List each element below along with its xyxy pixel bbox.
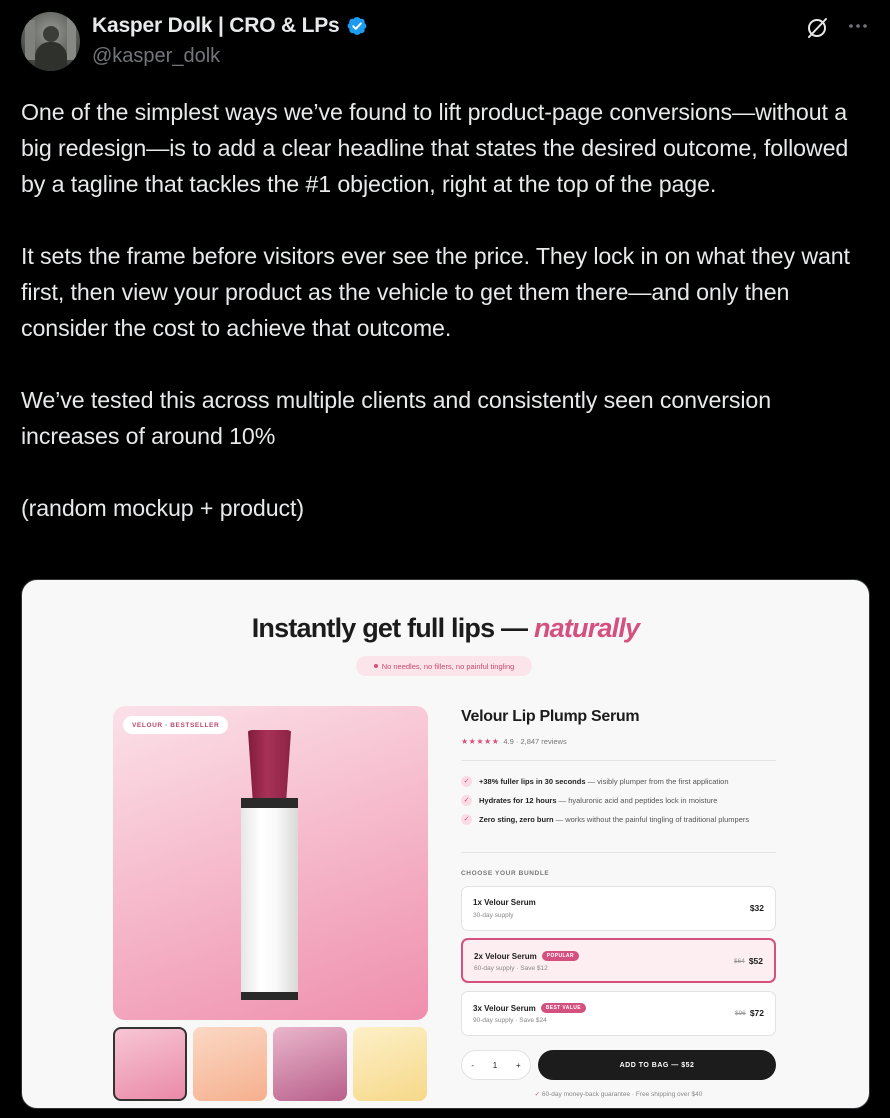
product-rating: ★★★★★ 4.9 · 2,847 reviews <box>461 737 567 746</box>
qty-plus-button[interactable]: + <box>516 1061 521 1070</box>
thumbnail[interactable] <box>273 1027 347 1101</box>
divider <box>461 852 776 853</box>
add-to-bag-button[interactable]: ADD TO BAG — $52 <box>538 1050 776 1080</box>
divider <box>461 760 776 761</box>
product-title: Velour Lip Plump Serum <box>461 708 640 725</box>
bundle-name: 2x Velour Serum POPULAR <box>474 951 579 961</box>
benefit-text: Hydrates for 12 hours — hyaluronic acid … <box>479 796 718 805</box>
bundle-subtext: 90-day supply · Save $24 <box>473 1017 547 1024</box>
tagline-dot-icon <box>373 664 378 668</box>
bundle-price: $32 <box>749 903 764 913</box>
tweet-paragraph: One of the simplest ways we’ve found to … <box>21 99 849 197</box>
best-value-tag: BEST VALUE <box>540 1003 587 1013</box>
tweet-paragraph: We’ve tested this across multiple client… <box>21 387 771 449</box>
hero-badge: VELOUR · BESTSELLER <box>123 716 229 734</box>
thumbnail-strip <box>113 1027 427 1101</box>
tweet-media-image[interactable]: Instantly get full lips — naturally No n… <box>21 579 870 1109</box>
benefit-item: ✓ +38% fuller lips in 30 seconds — visib… <box>461 776 776 788</box>
bottle-cap <box>247 730 292 798</box>
avatar-building <box>25 20 35 60</box>
bottle-collar <box>241 798 298 808</box>
avatar-building <box>67 16 76 60</box>
tweet-text: One of the simplest ways we’ve found to … <box>21 94 873 526</box>
bottle-body <box>241 808 298 992</box>
bundle-option-3x[interactable]: 3x Velour Serum BEST VALUE 90-day supply… <box>461 991 776 1036</box>
old-price: $64 <box>733 957 745 965</box>
qty-value: 1 <box>492 1060 498 1070</box>
check-icon: ✓ <box>461 814 472 825</box>
author-row: Kasper Dolk | CRO & LPs <box>92 14 368 38</box>
author-handle[interactable]: @kasper_dolk <box>92 45 220 68</box>
benefit-item: ✓ Zero sting, zero burn — works without … <box>461 814 776 826</box>
check-icon: ✓ <box>534 1091 542 1098</box>
bundle-option-1x[interactable]: 1x Velour Serum 30-day supply $32 <box>461 886 776 931</box>
bundle-option-2x[interactable]: 2x Velour Serum POPULAR 60-day supply · … <box>461 938 776 983</box>
more-options-icon[interactable] <box>846 14 870 38</box>
star-rating-icon: ★★★★★ <box>461 737 500 746</box>
author-name[interactable]: Kasper Dolk | CRO & LPs <box>92 14 340 38</box>
bundle-subtext: 30-day supply <box>473 912 514 919</box>
headline-main: Instantly get full lips — <box>251 613 534 643</box>
avatar-body <box>35 42 67 71</box>
grok-icon[interactable] <box>805 16 829 40</box>
thumbnail[interactable] <box>353 1027 427 1101</box>
popular-tag: POPULAR <box>541 951 579 961</box>
bundle-price: $96 $72 <box>734 1008 764 1018</box>
benefit-list: ✓ +38% fuller lips in 30 seconds — visib… <box>461 776 776 833</box>
tagline-pill: No needles, no fillers, no painful tingl… <box>356 656 532 676</box>
bottle-base <box>241 992 298 1000</box>
bundle-heading: CHOOSE YOUR BUNDLE <box>461 870 550 877</box>
old-price: $96 <box>734 1009 746 1017</box>
bundle-name: 1x Velour Serum <box>473 898 536 907</box>
headline-accent: naturally <box>533 613 640 643</box>
verified-badge-icon <box>347 17 366 35</box>
avatar[interactable] <box>21 12 80 71</box>
mockup-headline: Instantly get full lips — naturally <box>22 613 869 644</box>
bundle-subtext: 60-day supply · Save $12 <box>474 965 548 972</box>
tagline-text: No needles, no fillers, no painful tingl… <box>381 661 515 671</box>
qty-minus-button[interactable]: - <box>471 1061 474 1070</box>
check-icon: ✓ <box>461 776 472 787</box>
benefit-item: ✓ Hydrates for 12 hours — hyaluronic aci… <box>461 795 776 807</box>
thumbnail[interactable] <box>113 1027 187 1101</box>
benefit-text: Zero sting, zero burn — works without th… <box>479 815 750 824</box>
avatar-head <box>43 26 59 42</box>
thumbnail[interactable] <box>193 1027 267 1101</box>
check-icon: ✓ <box>461 795 472 806</box>
benefit-text: +38% fuller lips in 30 seconds — visibly… <box>479 777 729 786</box>
guarantee-note: ✓ 60-day money-back guarantee · Free shi… <box>534 1091 703 1098</box>
bundle-name: 3x Velour Serum BEST VALUE <box>473 1003 587 1013</box>
tweet-paragraph: (random mockup + product) <box>21 495 304 521</box>
product-hero-image: VELOUR · BESTSELLER <box>113 706 428 1020</box>
tweet-paragraph: It sets the frame before visitors ever s… <box>21 243 850 341</box>
review-count: 4.9 · 2,847 reviews <box>503 737 567 746</box>
quantity-stepper[interactable]: - 1 + <box>461 1050 531 1080</box>
bundle-price: $64 $52 <box>733 956 763 966</box>
